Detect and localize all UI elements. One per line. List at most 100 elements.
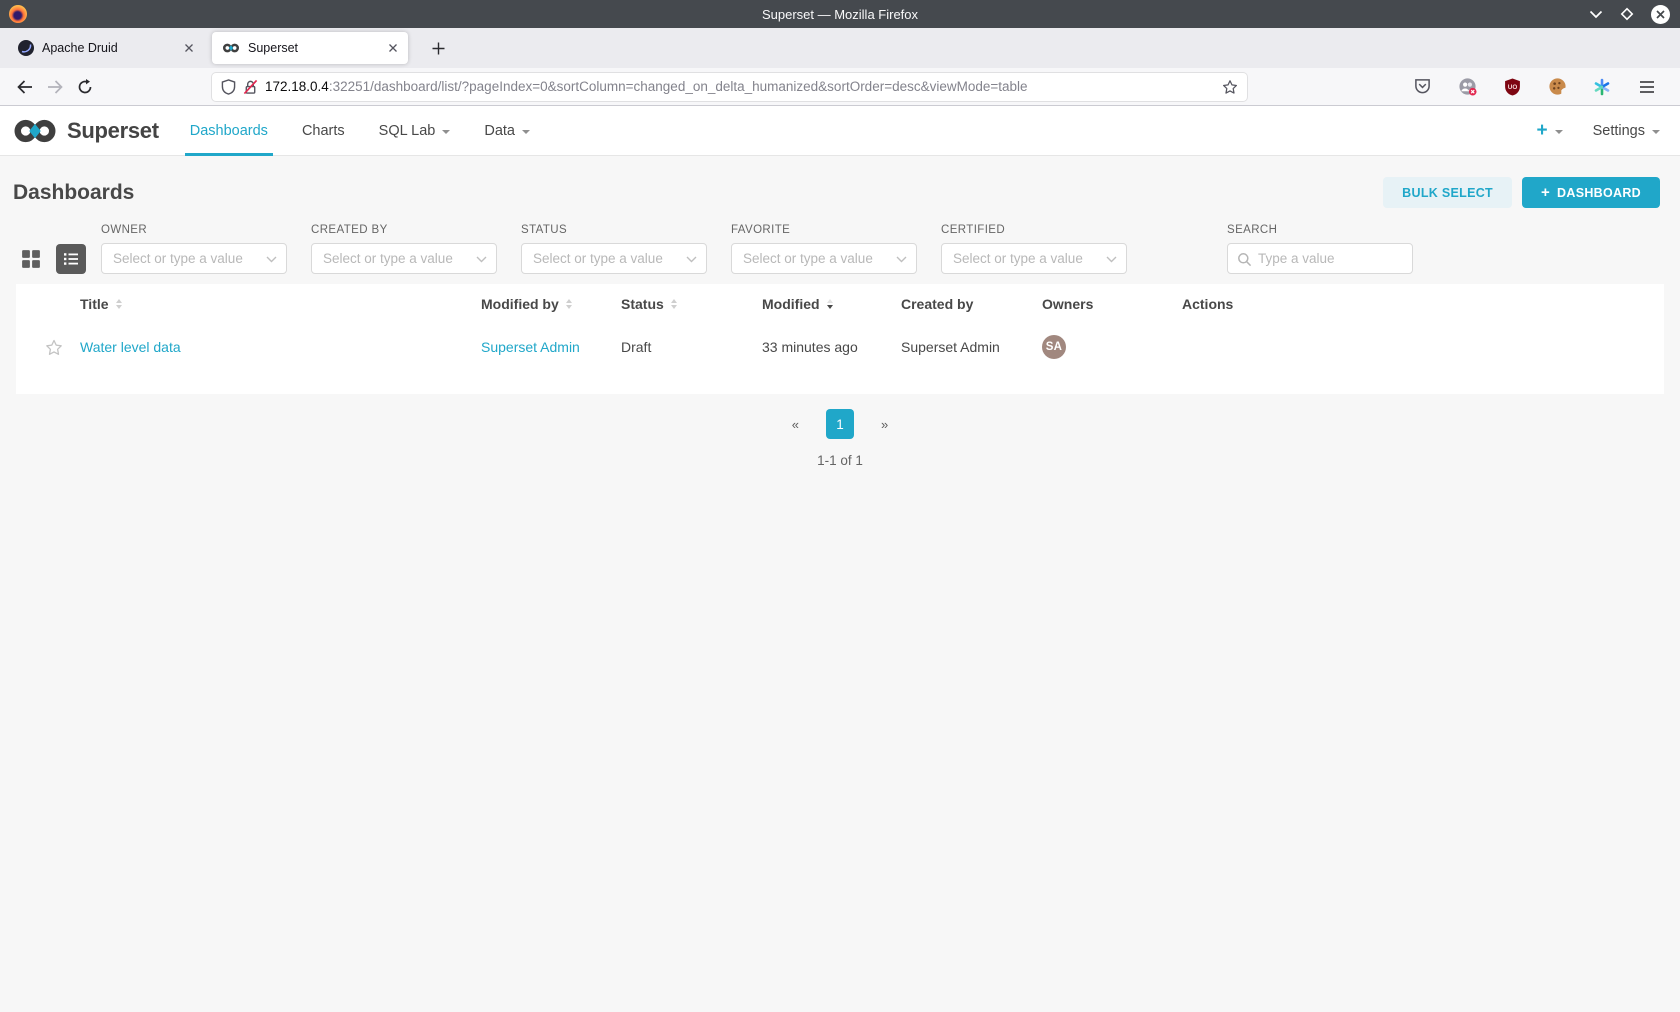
browser-tab-superset[interactable]: Superset — [212, 32, 408, 64]
chevron-down-icon — [1555, 130, 1563, 134]
window-minimize-icon[interactable] — [1589, 10, 1603, 19]
url-bar[interactable]: 172.18.0.4:32251/dashboard/list/?pageInd… — [212, 73, 1247, 101]
tab-close-icon[interactable] — [184, 43, 194, 53]
containers-extension-icon[interactable] — [1452, 72, 1482, 102]
nav-item-dashboards[interactable]: Dashboards — [173, 106, 285, 155]
card-view-icon[interactable] — [16, 244, 46, 274]
status-select-input[interactable] — [522, 244, 706, 273]
pagination-prev[interactable]: « — [792, 417, 799, 432]
pagination-page-1[interactable]: 1 — [826, 409, 854, 439]
reload-icon[interactable] — [70, 72, 100, 102]
page-header: Dashboards BULK SELECT + DASHBOARD — [0, 156, 1680, 224]
created-by-value: Superset Admin — [901, 339, 1042, 355]
insecure-lock-icon[interactable] — [243, 79, 258, 95]
superset-navbar: Superset Dashboards Charts SQL Lab Data … — [0, 106, 1680, 156]
column-label: Modified — [762, 296, 820, 312]
column-label: Created by — [901, 296, 973, 312]
menu-hamburger-icon[interactable] — [1632, 72, 1662, 102]
sort-icon — [566, 299, 572, 309]
favorite-select-input[interactable] — [732, 244, 916, 273]
table-row: Water level data Superset Admin Draft 33… — [16, 324, 1664, 370]
browser-tab-apache-druid[interactable]: Apache Druid — [8, 32, 204, 64]
bulk-select-button[interactable]: BULK SELECT — [1383, 177, 1512, 208]
chevron-down-icon — [1652, 130, 1660, 134]
chevron-down-icon — [442, 130, 450, 134]
filter-label: SEARCH — [1227, 224, 1413, 236]
tab-strip: Apache Druid Superset — [0, 28, 1680, 68]
filter-label: OWNER — [101, 224, 287, 236]
colorful-asterisk-extension-icon[interactable] — [1587, 72, 1617, 102]
column-header-modified[interactable]: Modified — [762, 296, 901, 312]
superset-favicon — [222, 43, 240, 53]
filter-created-by: CREATED BY — [311, 224, 497, 274]
pocket-icon[interactable] — [1407, 72, 1437, 102]
new-dashboard-button[interactable]: + DASHBOARD — [1522, 177, 1660, 208]
pagination-next[interactable]: » — [881, 417, 888, 432]
nav-item-charts[interactable]: Charts — [285, 106, 362, 155]
nav-item-sql-lab[interactable]: SQL Lab — [362, 106, 468, 155]
search-field[interactable] — [1227, 243, 1413, 274]
firefox-logo-icon — [9, 5, 27, 23]
modified-value: 33 minutes ago — [762, 339, 901, 355]
certified-select[interactable] — [941, 243, 1127, 274]
chevron-down-icon — [522, 130, 530, 134]
cookie-extension-icon[interactable] — [1542, 72, 1572, 102]
settings-label: Settings — [1593, 123, 1645, 139]
new-tab-icon[interactable] — [424, 34, 452, 62]
nav-item-label: Data — [484, 123, 515, 139]
ublock-origin-icon[interactable]: UO — [1497, 72, 1527, 102]
search-input[interactable] — [1228, 244, 1412, 273]
url-host: 172.18.0.4 — [265, 79, 329, 94]
table-header: Title Modified by Status Modified Create… — [16, 284, 1664, 324]
forward-icon[interactable] — [40, 72, 70, 102]
titlebar: Superset — Mozilla Firefox — [0, 0, 1680, 28]
bookmark-star-icon[interactable] — [1222, 79, 1238, 95]
settings-menu[interactable]: Settings — [1593, 123, 1660, 139]
nav-item-label: Charts — [302, 123, 345, 139]
window-maximize-icon[interactable] — [1619, 6, 1635, 22]
column-label: Modified by — [481, 296, 559, 312]
filter-favorite: FAVORITE — [731, 224, 917, 274]
status-select[interactable] — [521, 243, 707, 274]
owner-select[interactable] — [101, 243, 287, 274]
dashboard-title-link[interactable]: Water level data — [80, 339, 181, 355]
window-close-icon[interactable] — [1651, 5, 1670, 24]
created-by-select-input[interactable] — [312, 244, 496, 273]
tab-close-icon[interactable] — [388, 43, 398, 53]
sort-icon — [116, 299, 122, 309]
new-item-menu[interactable]: + — [1536, 121, 1562, 140]
filter-owner: OWNER — [101, 224, 287, 274]
favorite-select[interactable] — [731, 243, 917, 274]
filter-label: CREATED BY — [311, 224, 497, 236]
svg-text:UO: UO — [1507, 84, 1517, 91]
sort-desc-icon — [827, 299, 833, 309]
chevron-down-icon — [1106, 256, 1117, 263]
nav-item-data[interactable]: Data — [467, 106, 547, 155]
filter-label: CERTIFIED — [941, 224, 1127, 236]
tracking-shield-icon[interactable] — [221, 79, 236, 95]
browser-toolbar: 172.18.0.4:32251/dashboard/list/?pageInd… — [0, 68, 1680, 106]
created-by-select[interactable] — [311, 243, 497, 274]
new-dashboard-label: DASHBOARD — [1557, 186, 1641, 200]
column-header-modified-by[interactable]: Modified by — [481, 296, 621, 312]
column-header-title[interactable]: Title — [80, 296, 481, 312]
favorite-star-icon[interactable] — [45, 339, 63, 356]
owner-avatar: SA — [1042, 335, 1066, 359]
filter-label: FAVORITE — [731, 224, 917, 236]
modified-by-link[interactable]: Superset Admin — [481, 339, 580, 355]
owner-select-input[interactable] — [102, 244, 286, 273]
list-view-icon[interactable] — [56, 244, 86, 274]
pagination-summary: 1-1 of 1 — [0, 453, 1680, 468]
window-title: Superset — Mozilla Firefox — [0, 7, 1680, 22]
superset-logo[interactable]: Superset — [12, 106, 159, 155]
certified-select-input[interactable] — [942, 244, 1126, 273]
search-icon — [1237, 252, 1252, 267]
tab-label: Superset — [248, 41, 298, 55]
column-header-status[interactable]: Status — [621, 296, 762, 312]
app-window: Superset — Mozilla Firefox Apache Druid — [0, 0, 1680, 1012]
back-icon[interactable] — [10, 72, 40, 102]
nav-item-label: Dashboards — [190, 123, 268, 139]
nav-item-label: SQL Lab — [379, 123, 436, 139]
column-label: Owners — [1042, 296, 1093, 312]
filter-status: STATUS — [521, 224, 707, 274]
